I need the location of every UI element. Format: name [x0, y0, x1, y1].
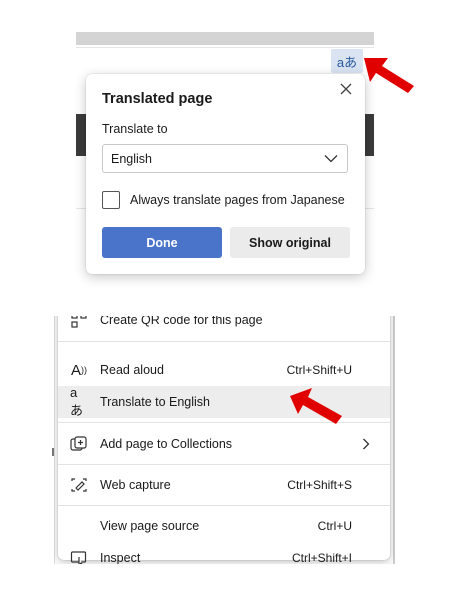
language-select-value: English [111, 151, 152, 166]
menu-item-label: Create QR code for this page [100, 316, 263, 327]
menu-item-shortcut: Ctrl+Shift+I [291, 551, 352, 564]
chevron-right-icon [363, 438, 370, 450]
menu-item-label: View page source [100, 519, 200, 533]
inspect-icon [70, 551, 87, 564]
menu-item-inspect[interactable]: Inspect Ctrl+Shift+I [58, 542, 390, 564]
translate-to-label: Translate to [102, 122, 168, 136]
collections-icon [70, 436, 87, 451]
always-translate-label: Always translate pages from Japanese [130, 193, 345, 207]
done-button[interactable]: Done [102, 227, 222, 258]
menu-item-create-qr[interactable]: Create QR code for this page [58, 316, 390, 336]
page-edge [393, 316, 395, 564]
web-capture-icon [71, 478, 87, 492]
translate-icon: aあ [336, 54, 358, 70]
menu-item-add-to-collections[interactable]: Add page to Collections [58, 428, 390, 460]
translate-icon: aあ [70, 385, 84, 418]
close-icon[interactable] [339, 82, 353, 96]
menu-item-label: Web capture [100, 478, 171, 492]
page-edge [54, 316, 55, 564]
menu-item-read-aloud[interactable]: A)) Read aloud Ctrl+Shift+U [58, 354, 390, 386]
chevron-down-icon [324, 155, 338, 163]
menu-item-shortcut: Ctrl+Shift+S [287, 478, 352, 492]
menu-separator [58, 341, 390, 342]
browser-toolbar-strip [76, 32, 374, 45]
read-aloud-icon: A)) [70, 361, 87, 379]
annotation-arrow-icon [364, 58, 414, 93]
menu-separator [58, 464, 390, 465]
menu-item-view-source[interactable]: View page source Ctrl+U [58, 510, 390, 542]
show-original-button[interactable]: Show original [230, 227, 350, 258]
flyout-title: Translated page [102, 91, 213, 107]
menu-item-label: Read aloud [100, 363, 164, 377]
annotation-arrow-icon [290, 388, 342, 424]
context-menu: Create QR code for this page A)) Read al… [58, 316, 390, 564]
menu-item-label: Inspect [100, 551, 141, 564]
divider [76, 47, 374, 48]
menu-item-shortcut: Ctrl+U [317, 519, 352, 533]
always-translate-checkbox[interactable] [102, 191, 120, 209]
menu-separator [58, 505, 390, 506]
page-edge-marker [52, 448, 54, 456]
qr-icon [71, 316, 87, 328]
menu-item-shortcut: Ctrl+Shift+U [286, 363, 352, 377]
always-translate-row[interactable]: Always translate pages from Japanese [102, 191, 345, 209]
language-select[interactable]: English [102, 144, 348, 173]
context-menu-viewport: Create QR code for this page A)) Read al… [54, 316, 395, 564]
translate-flyout: Translated page Translate to English Alw… [86, 74, 365, 274]
menu-item-label: Translate to English [100, 395, 211, 409]
menu-item-web-capture[interactable]: Web capture Ctrl+Shift+S [58, 469, 390, 501]
menu-item-label: Add page to Collections [100, 437, 233, 451]
